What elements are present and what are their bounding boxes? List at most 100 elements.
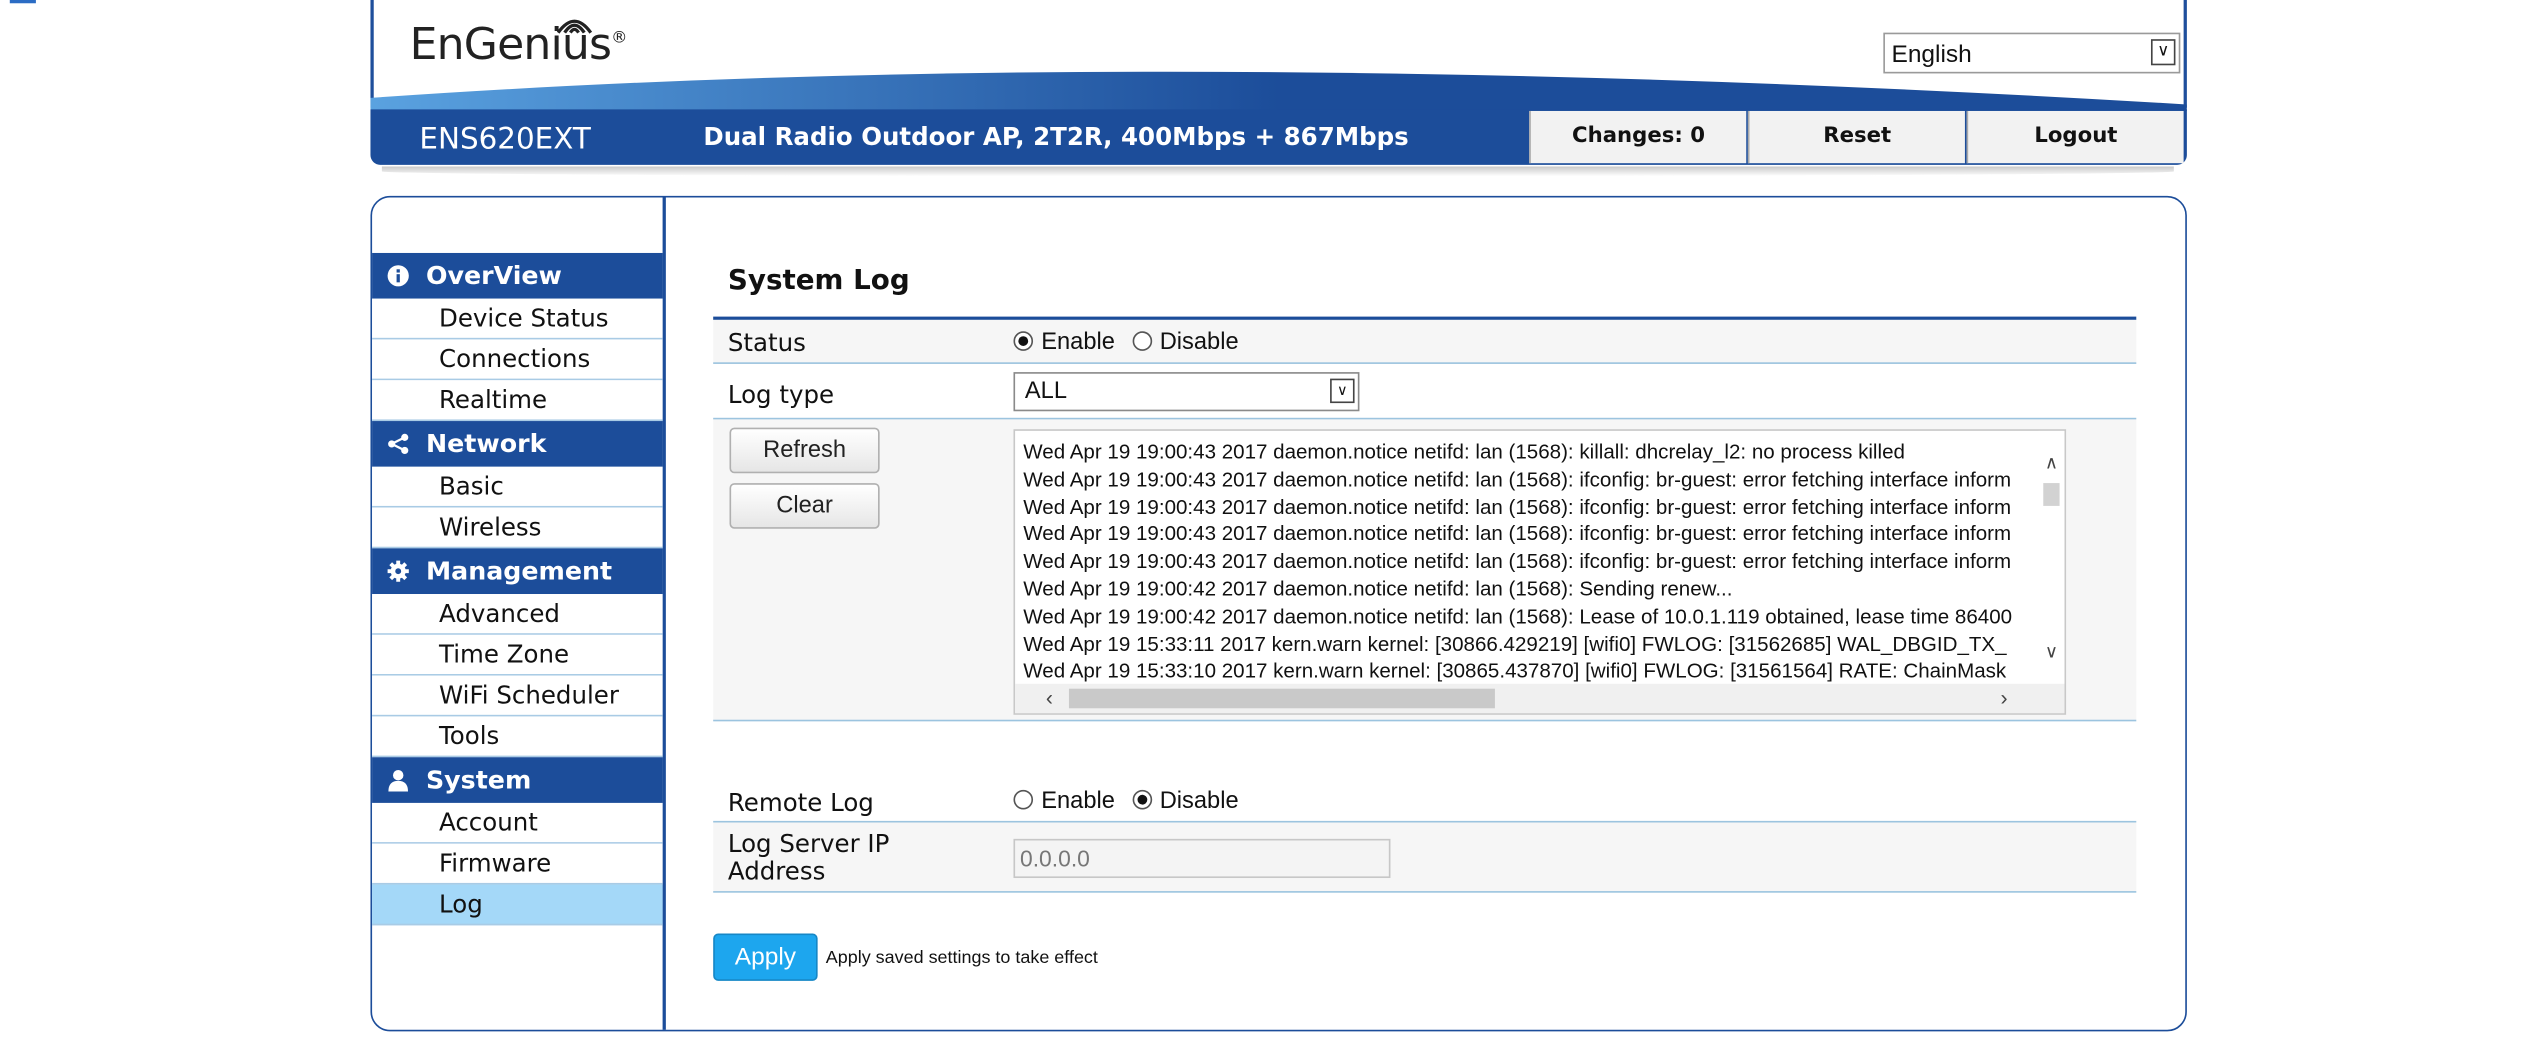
scroll-left-icon[interactable]: ‹ [1038,686,1061,710]
sidebar-item-label: Wireless [439,512,542,542]
sidebar-item-log[interactable]: Log [372,884,663,926]
refresh-button[interactable]: Refresh [729,427,880,474]
chevron-down-icon: ∨ [1330,378,1355,404]
corner-mark [9,0,36,4]
nav-section-system-manager[interactable]: System Manager [372,757,663,840]
sidebar-item-label: Log [439,889,483,919]
vertical-scroll-thumb[interactable] [2043,483,2060,506]
row-separator [713,719,2137,722]
remote-log-radio-group: Enable Disable [1013,787,1248,816]
share-icon [387,432,410,455]
main-panel: OverView Device Status Connections Realt… [370,195,2187,1032]
log-server-label: Log Server IP Address [727,829,890,887]
option-label: Disable [1159,329,1239,356]
sidebar-item-label: Device Status [439,303,609,333]
sidebar-item-label: Firmware [439,848,552,879]
language-value: English [1891,40,1972,69]
sidebar-item-label: Realtime [439,385,548,415]
status-radio-group: Enable Disable [1013,328,1248,357]
log-line: Wed Apr 19 19:00:43 2017 daemon.notice n… [1023,522,2012,546]
log-line: Wed Apr 19 19:00:42 2017 daemon.notice n… [1023,605,2013,628]
sidebar-item-basic[interactable]: Basic [372,466,663,508]
apply-hint: Apply saved settings to take effect [825,948,1098,968]
sidebar-item-label: Advanced [439,598,560,629]
remote-log-enable-option[interactable]: Enable [1013,787,1124,815]
header-bar: ENS620EXT Dual Radio Outdoor AP, 2T2R, 4… [370,109,2187,165]
log-server-label-line: Log Server IP [727,829,890,859]
log-line: Wed Apr 19 19:00:43 2017 daemon.notice n… [1023,495,2012,519]
option-label: Enable [1041,329,1115,356]
horizontal-scrollbar[interactable]: ‹ › [1015,683,2065,714]
user-icon [387,769,410,792]
header: EnGenius® English ∨ ENS620EXT Dual Radio… [370,0,2187,166]
clear-button[interactable]: Clear [729,483,880,529]
status-row [713,319,2137,364]
chevron-down-icon: ∨ [2150,39,2176,66]
language-select[interactable]: English ∨ [1883,32,2181,74]
radio-unchecked-icon [1013,789,1034,810]
status-label: Status [727,328,806,358]
log-type-label: Log type [727,380,835,410]
vertical-scrollbar[interactable]: ∧ ∨ [2038,430,2065,688]
nav-section-management[interactable]: Management [372,548,663,595]
page-title: System Log [727,264,910,298]
title-underline [713,316,2137,320]
sidebar-item-realtime[interactable]: Realtime [372,380,663,422]
nav-section-overview[interactable]: OverView [372,252,663,299]
radio-checked-icon [1013,330,1034,351]
log-type-select[interactable]: ALL ∨ [1013,372,1360,412]
nav-section-label: OverView [425,261,562,291]
changes-button[interactable]: Changes: 0 [1529,110,1747,164]
option-label: Disable [1159,788,1239,815]
remote-log-label: Remote Log [727,788,874,818]
sidebar-item-time-zone[interactable]: Time Zone [372,634,663,676]
sidebar-item-label: WiFi Scheduler [439,680,619,710]
model-description: Dual Radio Outdoor AP, 2T2R, 400Mbps + 8… [703,122,1409,152]
sidebar-item-label: Tools [439,721,500,751]
engenius-logo: EnGenius® [410,20,628,71]
reset-button[interactable]: Reset [1747,110,1965,164]
sidebar-item-label: Connections [439,344,591,374]
log-line: Wed Apr 19 19:00:43 2017 daemon.notice n… [1023,550,2012,574]
logout-button[interactable]: Logout [1966,110,2184,164]
apply-button[interactable]: Apply [713,933,818,981]
log-type-value: ALL [1024,378,1068,405]
model-name: ENS620EXT [419,122,591,157]
log-line: Wed Apr 19 19:00:43 2017 daemon.notice n… [1023,440,1905,464]
row-separator [713,891,2137,893]
sidebar-item-firmware[interactable]: Firmware [372,843,663,885]
nav-section-network[interactable]: Network [372,421,663,467]
remote-log-disable-option[interactable]: Disable [1131,787,1248,815]
scroll-down-icon[interactable]: ∨ [2042,643,2062,663]
row-separator [713,362,2137,364]
scroll-right-icon[interactable]: › [1993,686,2016,710]
option-label: Enable [1041,788,1115,815]
log-server-ip-input[interactable]: 0.0.0.0 [1013,838,1391,879]
sidebar-divider [662,197,666,1030]
log-server-row [713,822,2137,892]
sidebar-item-wireless[interactable]: Wireless [372,507,663,549]
header-shadow [381,166,2174,177]
horizontal-scroll-thumb[interactable] [1068,688,1495,709]
log-textarea[interactable]: Wed Apr 19 19:00:43 2017 daemon.notice n… [1013,429,2067,715]
sidebar-item-label: Time Zone [439,639,570,670]
sidebar-item-tools[interactable]: Tools [372,716,663,758]
sidebar-item-account[interactable]: Account [372,802,663,844]
info-icon [387,264,410,287]
gear-icon [387,560,410,583]
scroll-up-icon[interactable]: ∧ [2042,454,2062,474]
sidebar-item-label: Basic [439,471,504,502]
log-line: Wed Apr 19 15:33:10 2017 kern.warn kerne… [1023,659,2007,683]
sidebar-item-advanced[interactable]: Advanced [372,594,663,635]
status-enable-option[interactable]: Enable [1013,328,1124,356]
sidebar-item-connections[interactable]: Connections [372,339,663,381]
radio-unchecked-icon [1131,330,1152,351]
log-line: Wed Apr 19 15:33:11 2017 kern.warn kerne… [1023,632,2007,656]
log-lines: Wed Apr 19 19:00:43 2017 daemon.notice n… [1023,439,2038,686]
sidebar-item-device-status[interactable]: Device Status [372,298,663,340]
log-line: Wed Apr 19 19:00:43 2017 daemon.notice n… [1023,468,2012,491]
sidebar-item-wifi-scheduler[interactable]: WiFi Scheduler [372,675,663,717]
log-line: Wed Apr 19 19:00:42 2017 daemon.notice n… [1023,577,1733,601]
status-disable-option[interactable]: Disable [1131,328,1248,356]
log-server-label-line: Address [727,856,826,887]
